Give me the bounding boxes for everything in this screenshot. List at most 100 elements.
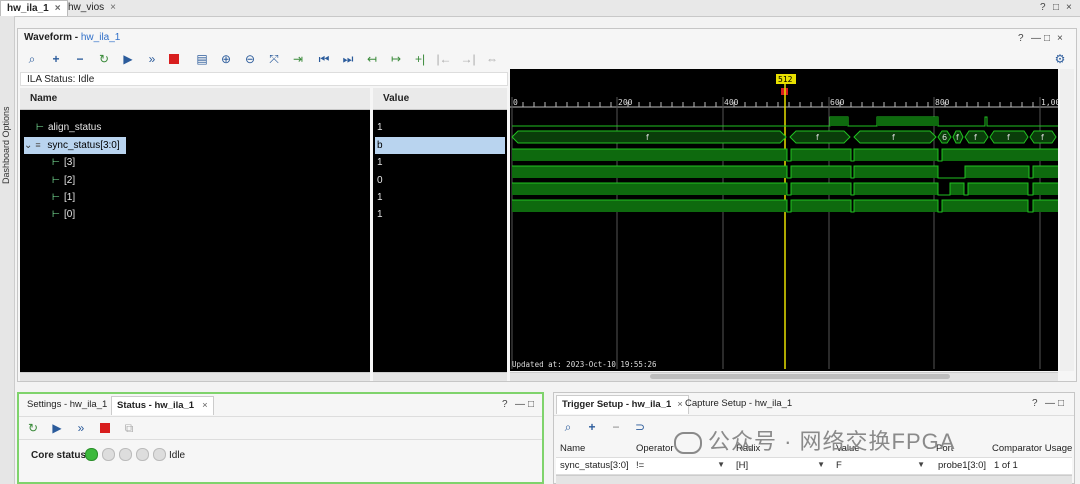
radix-select[interactable]: [H] ▼ xyxy=(736,460,828,471)
name-column: Name ⊢ align_status ⌄ ≡ sync_status[3:0] ⊢ [… xyxy=(20,88,370,380)
select-value: F xyxy=(836,460,842,471)
waveform-vertical-scrollbar[interactable] xyxy=(1060,69,1074,371)
signal-row-bit-3[interactable]: ⊢ [3] xyxy=(52,154,75,171)
maximize-icon[interactable]: □ xyxy=(1058,398,1064,409)
operator-select[interactable]: != ▼ xyxy=(636,460,728,471)
search-icon[interactable]: ⌕ xyxy=(24,51,40,67)
help-icon[interactable]: ? xyxy=(1040,2,1046,13)
status-dot xyxy=(119,448,132,461)
tick-label: 1,00 xyxy=(1041,98,1058,107)
close-icon[interactable]: × xyxy=(1066,2,1072,13)
tab-settings[interactable]: Settings - hw_ila_1 xyxy=(22,396,112,414)
updated-at-label: Updated at: 2023-Oct-10 19:55:26 xyxy=(512,360,657,369)
help-icon[interactable]: ? xyxy=(502,399,508,410)
run-trigger-icon[interactable]: ▶ xyxy=(120,51,136,67)
auto-trigger-icon[interactable]: ↻ xyxy=(96,51,112,67)
value-select[interactable]: F ▼ xyxy=(836,460,928,471)
waveform-canvas[interactable]: 0 200 400 600 800 1,00 512 f f f 6 f f f… xyxy=(510,69,1060,371)
search-icon[interactable]: ⌕ xyxy=(560,419,576,435)
go-to-end-icon[interactable]: ⏭ xyxy=(340,51,356,67)
maximize-icon[interactable]: □ xyxy=(528,399,534,410)
tick-label: 600 xyxy=(830,98,845,107)
add-probe-icon[interactable]: + xyxy=(584,419,600,435)
goto-cursor-icon[interactable]: ⇥ xyxy=(290,51,306,67)
comparator-usage: 1 of 1 xyxy=(994,460,1018,471)
zoom-in-icon[interactable]: ⊕ xyxy=(218,51,234,67)
name-horizontal-scrollbar[interactable] xyxy=(20,372,370,381)
trigger-condition-icon[interactable]: ⊃ xyxy=(632,419,648,435)
gear-icon[interactable]: ⚙ xyxy=(1052,51,1068,67)
signal-name: [1] xyxy=(64,192,76,203)
signal-row-align-status[interactable]: ⊢ align_status xyxy=(36,119,101,136)
tab-capture-setup[interactable]: Capture Setup - hw_ila_1 xyxy=(680,395,797,413)
minimize-icon[interactable]: — xyxy=(1045,398,1055,409)
tab-hw-vios[interactable]: hw_vios × xyxy=(62,0,122,15)
bus-label: f xyxy=(646,133,649,142)
name-header[interactable]: Name xyxy=(20,88,370,110)
signal-icon: ⊢ xyxy=(52,175,60,185)
column-header[interactable]: Comparator Usage xyxy=(992,443,1072,454)
tab-label: Trigger Setup - hw_ila_1 xyxy=(562,399,672,410)
bus-label: f xyxy=(1007,133,1010,142)
signal-row-bit-2[interactable]: ⊢ [2] xyxy=(52,172,75,189)
select-value: [H] xyxy=(736,460,749,471)
tab-trigger-setup[interactable]: Trigger Setup - hw_ila_1 × xyxy=(556,395,689,414)
export-icon[interactable]: ▤ xyxy=(194,51,210,67)
signal-row-sync-status[interactable]: ⌄ ≡ sync_status[3:0] xyxy=(24,137,126,154)
close-icon[interactable]: × xyxy=(110,2,116,13)
help-icon[interactable]: ? xyxy=(1018,33,1024,44)
signal-value: 1 xyxy=(377,122,383,133)
zoom-fit-icon[interactable]: ⤧ xyxy=(266,51,282,67)
wave-bit-1 xyxy=(512,183,1058,195)
auto-trigger-icon[interactable]: ↻ xyxy=(25,420,41,436)
trigger-horizontal-scrollbar[interactable] xyxy=(556,475,1072,484)
status-panel: Settings - hw_ila_1 Status - hw_ila_1 × ?… xyxy=(17,392,544,484)
tab-hw-ila-1[interactable]: hw_ila_1 × xyxy=(0,0,68,16)
close-icon[interactable]: × xyxy=(202,400,208,411)
close-icon[interactable]: × xyxy=(55,3,61,14)
signal-value: 1 xyxy=(377,157,383,168)
restore-icon[interactable]: □ xyxy=(1053,2,1059,13)
signal-row-bit-1[interactable]: ⊢ [1] xyxy=(52,189,75,206)
tab-status[interactable]: Status - hw_ila_1 × xyxy=(111,396,214,415)
run-immediate-icon[interactable]: » xyxy=(144,51,160,67)
minimize-icon[interactable]: — xyxy=(515,399,525,410)
next-transition-icon[interactable]: ↦ xyxy=(388,51,404,67)
chevron-down-icon[interactable]: ▼ xyxy=(917,460,925,469)
waveform-horizontal-scrollbar[interactable] xyxy=(510,372,1058,381)
waveform-panel: Waveform - hw_ila_1 ? — □ × ⌕ + − ↻ ▶ » … xyxy=(17,28,1077,382)
column-header[interactable]: Name xyxy=(560,443,585,454)
stop-icon[interactable] xyxy=(169,54,179,64)
waveform-toolbar: ⌕ + − ↻ ▶ » ▤ ⊕ ⊖ ⤧ ⇥ ⏮ ⏭ ↤ ↦ +| |← →| ⇔… xyxy=(18,48,1076,70)
add-marker-icon[interactable]: +| xyxy=(412,51,428,67)
value-header[interactable]: Value xyxy=(373,88,507,110)
cursor-label: 512 xyxy=(778,75,793,84)
tab-label: hw_vios xyxy=(68,2,105,13)
chevron-down-icon[interactable]: ▼ xyxy=(817,460,825,469)
signal-value-selected[interactable]: b xyxy=(375,137,505,154)
run-trigger-icon[interactable]: ▶ xyxy=(49,420,65,436)
chevron-down-icon[interactable]: ▼ xyxy=(717,460,725,469)
close-icon[interactable]: × xyxy=(1057,33,1063,44)
value-horizontal-scrollbar[interactable] xyxy=(373,372,507,381)
signal-row-bit-0[interactable]: ⊢ [0] xyxy=(52,206,75,223)
go-to-start-icon[interactable]: ⏮ xyxy=(316,51,332,67)
core-status-label: Core status xyxy=(31,450,87,461)
chevron-down-icon[interactable]: ⌄ xyxy=(24,140,32,151)
add-icon[interactable]: + xyxy=(48,51,64,67)
dashboard-options-strip[interactable]: Dashboard Options xyxy=(0,16,15,484)
column-header[interactable]: Operator xyxy=(636,443,674,454)
stop-icon[interactable] xyxy=(100,423,110,433)
table-row[interactable]: sync_status[3:0] != ▼ [H] ▼ F ▼ probe1[3:0]… xyxy=(556,457,1072,475)
run-immediate-icon[interactable]: » xyxy=(73,420,89,436)
bus-label: f xyxy=(1041,133,1044,142)
maximize-icon[interactable]: □ xyxy=(1044,33,1050,44)
panel-title-link[interactable]: hw_ila_1 xyxy=(81,32,120,43)
previous-transition-icon[interactable]: ↤ xyxy=(364,51,380,67)
zoom-out-icon[interactable]: ⊖ xyxy=(242,51,258,67)
signal-icon: ⊢ xyxy=(52,192,60,202)
help-icon[interactable]: ? xyxy=(1032,398,1038,409)
remove-icon[interactable]: − xyxy=(72,51,88,67)
minimize-icon[interactable]: — xyxy=(1031,33,1041,44)
scroll-thumb[interactable] xyxy=(650,374,950,379)
